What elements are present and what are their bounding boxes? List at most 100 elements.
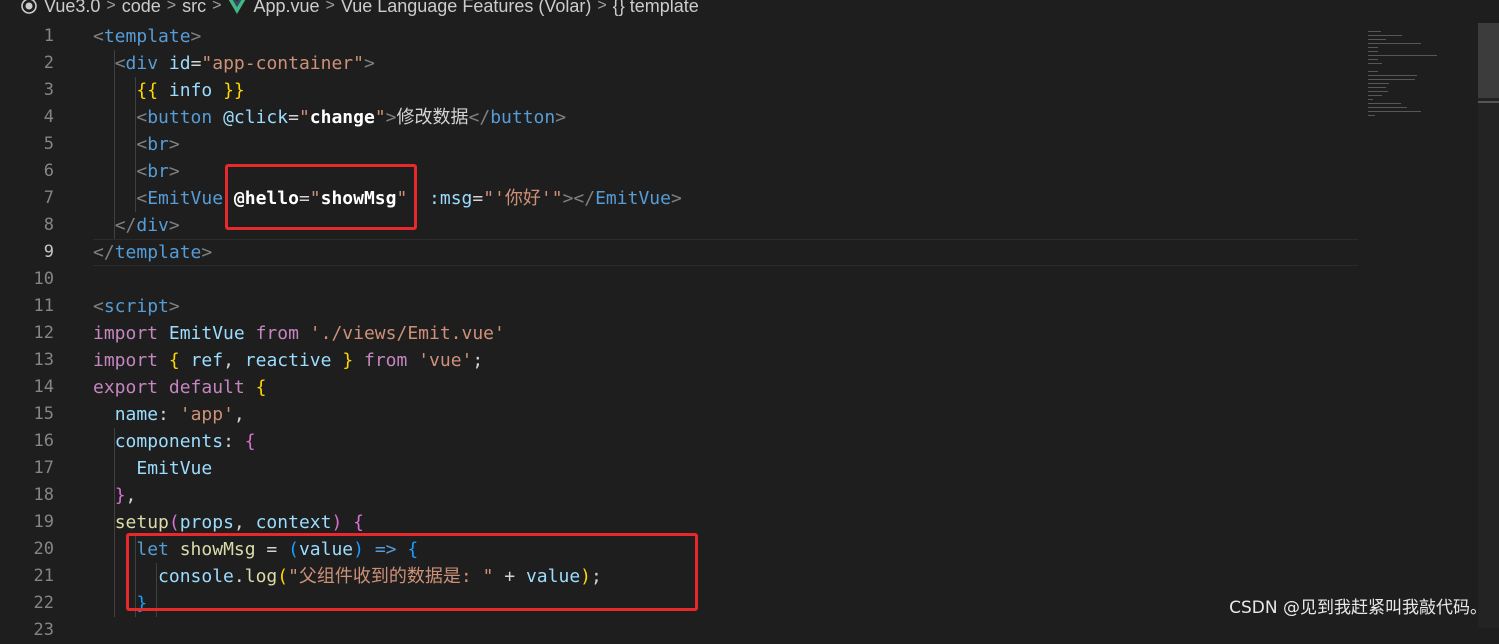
line-number: 5 [43,134,54,154]
breadcrumb-separator: > [325,0,335,14]
line-number: 7 [43,188,54,208]
code-token: {{ [136,80,159,101]
breadcrumb-item-code[interactable]: code [122,0,161,16]
line-number: 2 [43,53,54,73]
watermark: CSDN @见到我赶紧叫我敲代码。 [1229,598,1487,618]
code-line[interactable]: 11 <script> [0,293,1360,320]
code-token: < [136,161,148,182]
code-line[interactable]: 14 export default { [0,374,1360,401]
minimap-line [1368,79,1415,80]
breadcrumb-item-volar[interactable]: Vue Language Features (Volar) [341,0,592,16]
code-token: 修改数据 [396,107,469,128]
minimap-line [1368,91,1388,92]
code-token: { [255,377,267,398]
code-line[interactable]: 15 name: 'app', [0,401,1360,428]
code-line[interactable]: 5 <br> [0,131,1360,158]
scrollbar-thumb[interactable] [1478,23,1499,98]
code-text[interactable]: </template> [93,239,212,266]
breadcrumb-separator: > [166,0,177,14]
code-text[interactable]: <br> [93,158,179,185]
code-line[interactable]: 12 import EmitVue from './views/Emit.vue' [0,320,1360,347]
code-token: = [288,107,299,128]
code-token: reactive [244,350,332,371]
code-line[interactable]: 6 <br> [0,158,1360,185]
code-token: br [147,134,169,155]
code-token: , [223,350,245,371]
code-text[interactable]: import EmitVue from './views/Emit.vue' [93,320,505,347]
indent-guide [114,428,115,617]
line-number: 4 [43,107,54,127]
code-line[interactable]: 7 <EmitVue @hello="showMsg" :msg="'你好'">… [0,185,1360,212]
breadcrumb: Vue3.0 > code > src > App.vue > Vue Lang… [0,0,1380,16]
code-text[interactable]: {{ info }} [93,77,245,104]
code-token: }} [223,80,245,101]
code-token: :msg [429,188,473,209]
code-token: > [670,188,682,209]
code-token: { [168,350,180,371]
breadcrumb-item-vue3[interactable]: Vue3.0 [44,0,100,16]
code-token: < [93,26,104,47]
code-token: < [136,134,148,155]
code-token: , [125,485,137,506]
code-line[interactable]: 16 components: { [0,428,1360,455]
code-text[interactable]: <div id="app-container"> [93,50,375,77]
code-text[interactable]: import { ref, reactive } from 'vue'; [93,347,483,374]
code-line[interactable]: 17 EmitVue [0,455,1360,482]
breadcrumb-item-app-vue[interactable]: App.vue [253,0,319,16]
code-line[interactable]: 19 setup(props, context) { [0,509,1360,536]
code-token: ) [331,512,343,533]
minimap-line [1368,47,1379,48]
code-text[interactable]: setup(props, context) { [93,509,364,536]
minimap[interactable] [1362,23,1477,163]
vertical-scrollbar[interactable] [1478,23,1499,628]
code-token: </ [114,215,137,236]
code-text[interactable]: <button @click="change">修改数据</button> [93,104,566,131]
line-number: 18 [33,485,54,505]
scrollbar-marker [1478,101,1499,103]
code-text[interactable]: name: 'app', [93,401,245,428]
minimap-line [1368,95,1383,96]
code-line[interactable]: 4 <button @click="change">修改数据</button> [0,104,1360,131]
code-token: } [114,485,126,506]
line-number: 23 [33,620,54,640]
code-line[interactable]: 13 import { ref, reactive } from 'vue'; [0,347,1360,374]
code-line[interactable]: 2 <div id="app-container"> [0,50,1360,77]
code-text[interactable]: </div> [93,212,180,239]
line-number: 20 [33,539,54,559]
code-text[interactable]: export default { [93,374,266,401]
code-token: : [223,431,245,452]
code-token: name [114,404,159,425]
code-line[interactable]: 18 }, [0,482,1360,509]
minimap-line [1368,51,1379,52]
code-token: button [490,107,556,128]
breadcrumb-item-template[interactable]: {} template [613,0,699,16]
code-line[interactable]: 23 [0,617,1360,644]
breadcrumb-item-src[interactable]: src [182,0,206,16]
code-text[interactable]: <br> [93,131,179,158]
code-token: , [233,404,245,425]
code-text[interactable]: components: { [93,428,256,455]
minimap-line [1368,75,1418,76]
code-line[interactable]: 1 <template> [0,23,1360,50]
code-token: info [168,80,213,101]
code-text[interactable]: EmitVue [93,455,212,482]
line-number: 17 [33,458,54,478]
code-line[interactable]: 10 [0,266,1360,293]
code-token: < [136,188,148,209]
minimap-line [1368,111,1422,112]
code-line[interactable]: 9 </template> [0,239,1360,266]
code-line[interactable]: 8 </div> [0,212,1360,239]
code-token: div [125,53,159,74]
code-line[interactable]: 3 {{ info }} [0,77,1360,104]
code-token: EmitVue [136,458,213,479]
code-editor[interactable]: 1 <template> 2 <div id="app-container"> 3 {… [0,23,1360,640]
code-token: template [103,26,191,47]
minimap-line [1368,103,1401,104]
code-text[interactable]: <script> [93,293,180,320]
code-text[interactable]: <template> [93,23,201,50]
